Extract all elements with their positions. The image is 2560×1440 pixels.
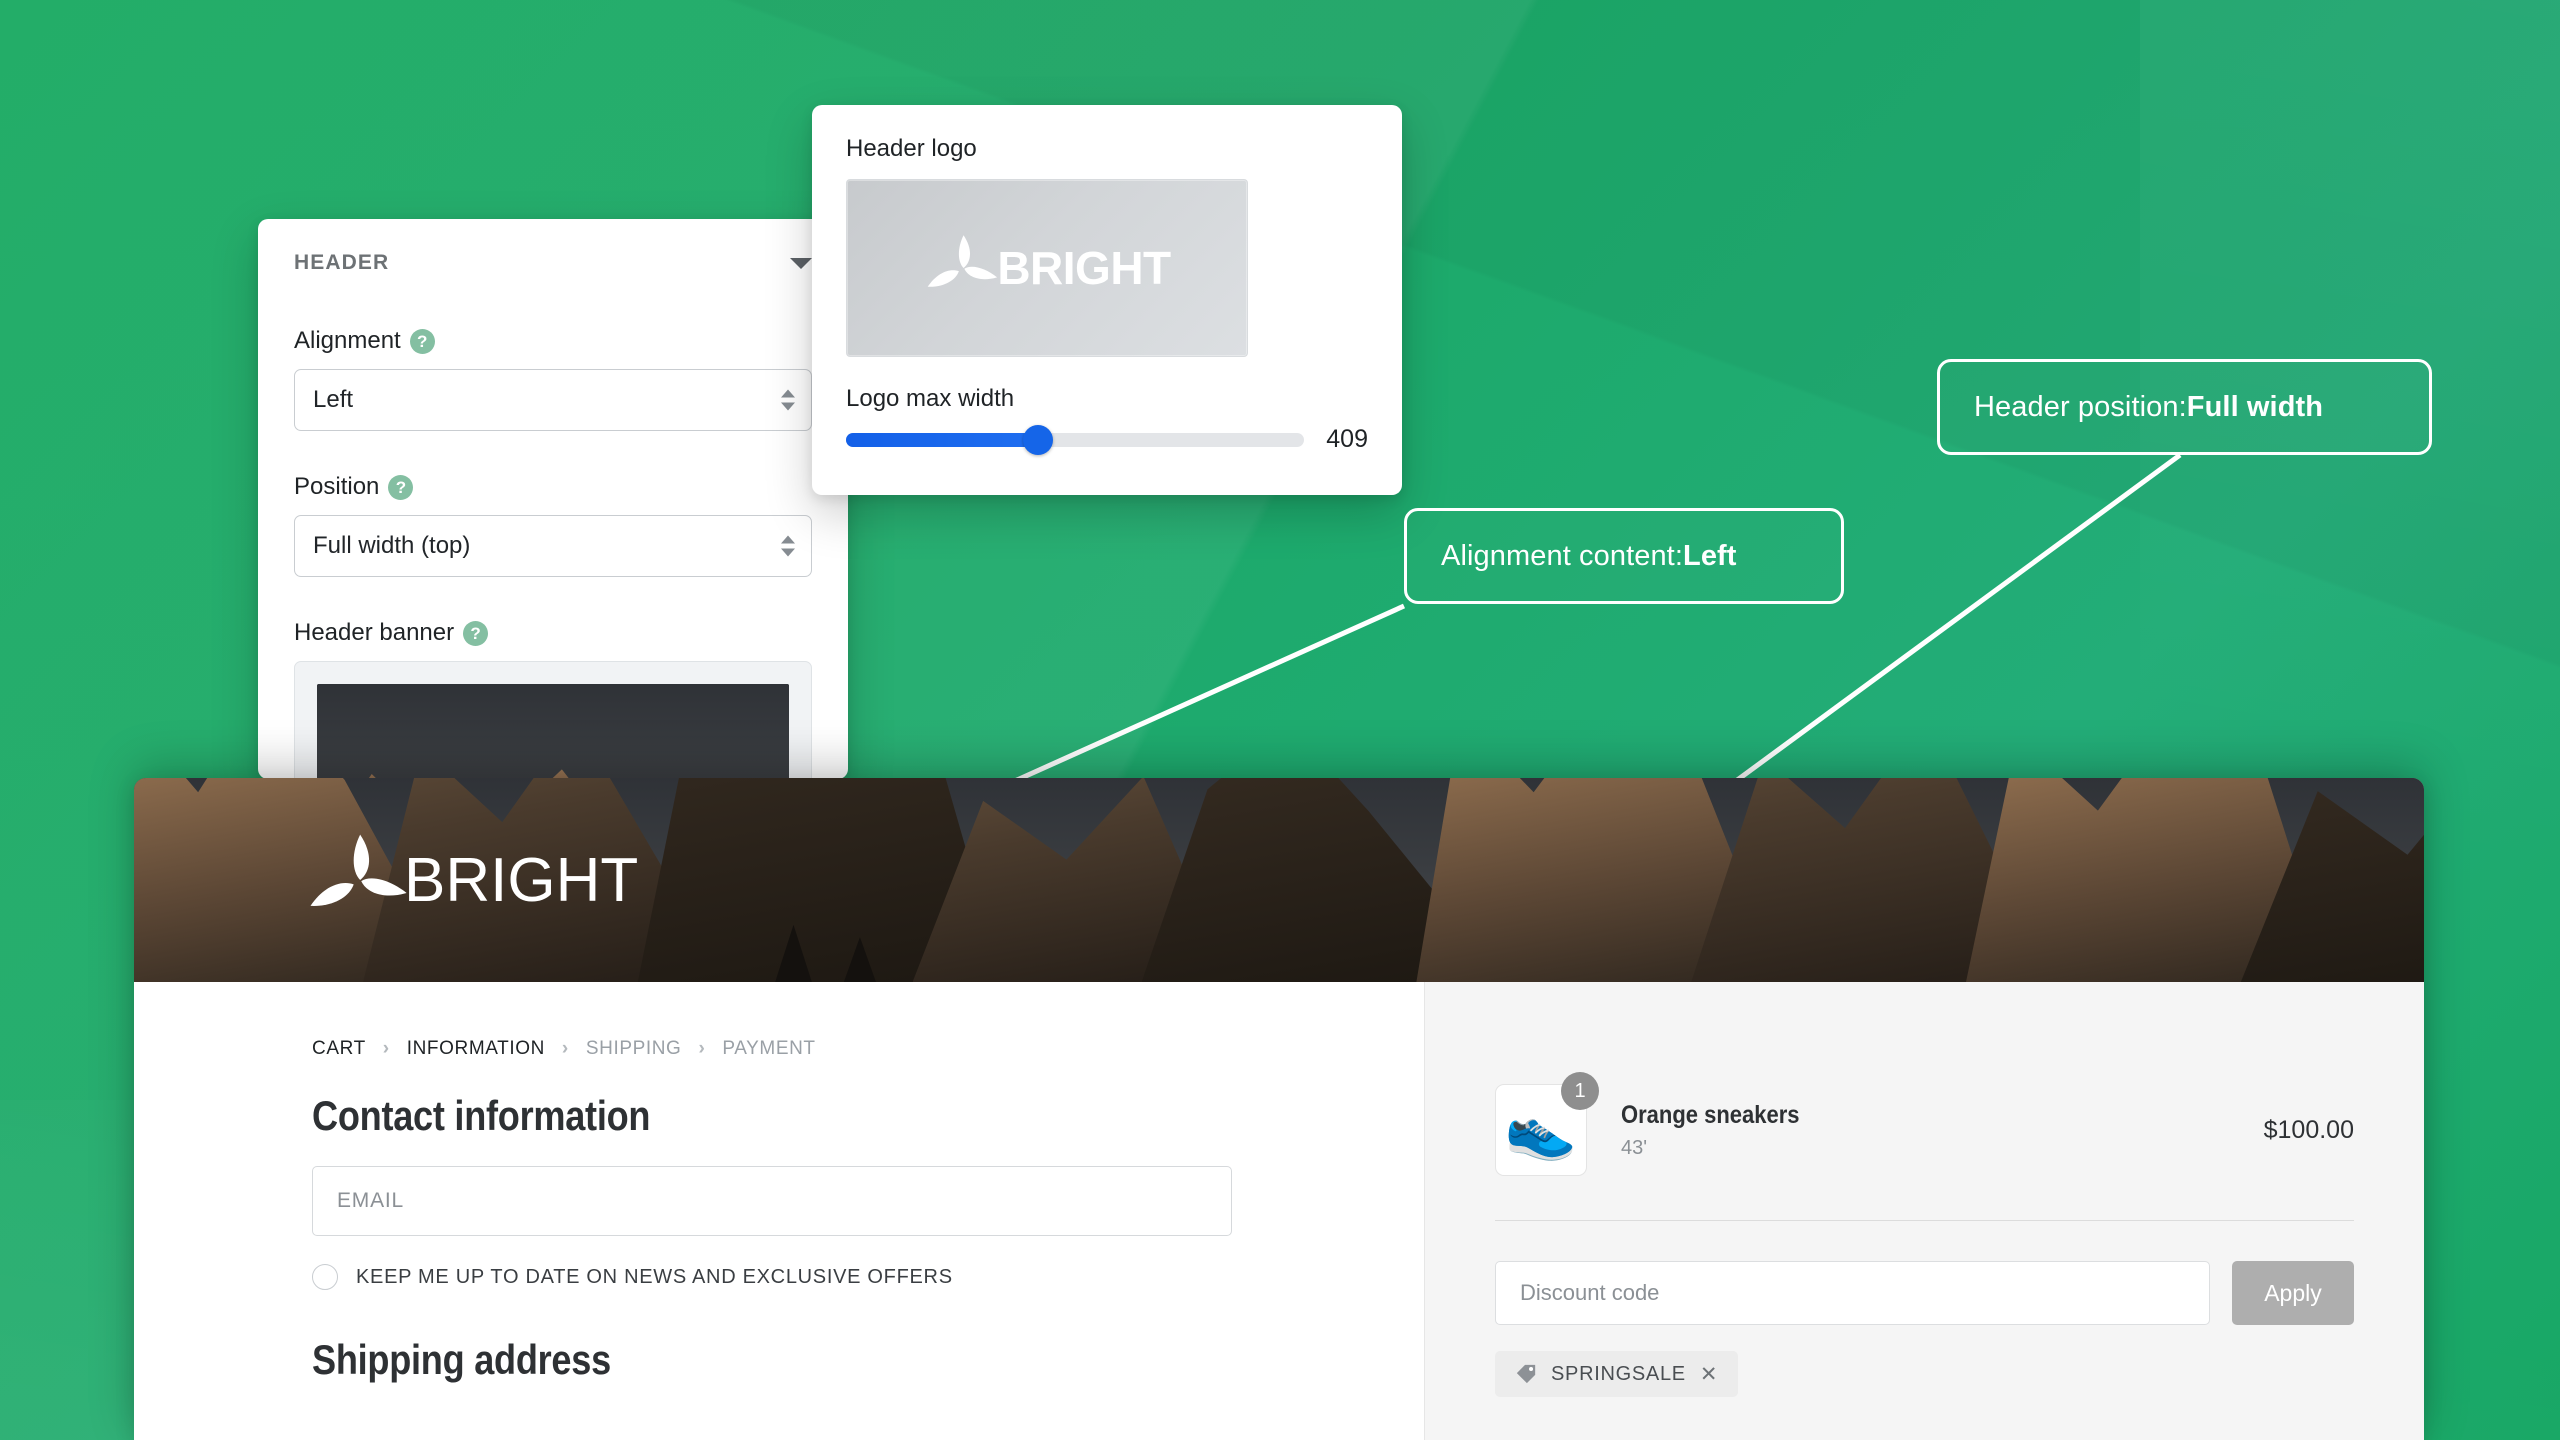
bright-wordmark: BRIGHT bbox=[997, 242, 1171, 294]
checkout-main-column: CART › INFORMATION › SHIPPING › PAYMENT … bbox=[134, 982, 1424, 1440]
checkout-body: CART › INFORMATION › SHIPPING › PAYMENT … bbox=[134, 982, 2424, 1440]
callout-alignment-content: Alignment content: Left bbox=[1404, 508, 1844, 604]
bright-leaf-mark-icon bbox=[310, 834, 407, 907]
slider-fill bbox=[846, 432, 1039, 447]
breadcrumb-item-payment[interactable]: PAYMENT bbox=[722, 1038, 815, 1060]
header-panel-body: Alignment ? Left Position ? Full width (… bbox=[258, 327, 848, 779]
callout-header-position: Header position: Full width bbox=[1937, 359, 2432, 455]
header-logo-preview[interactable]: BRIGHT bbox=[846, 179, 1248, 357]
breadcrumb: CART › INFORMATION › SHIPPING › PAYMENT bbox=[312, 1038, 1424, 1060]
email-placeholder: EMAIL bbox=[337, 1189, 405, 1212]
applied-discount-chip: SPRINGSALE ✕ bbox=[1495, 1351, 1739, 1397]
breadcrumb-separator-icon: › bbox=[561, 1038, 569, 1059]
help-icon[interactable]: ? bbox=[409, 328, 435, 354]
discount-placeholder: Discount code bbox=[1520, 1280, 1660, 1305]
select-stepper-icon[interactable] bbox=[781, 535, 795, 557]
logo-max-width-slider[interactable] bbox=[846, 424, 1305, 455]
product-name: Orange sneakers bbox=[1621, 1100, 1800, 1129]
bright-leaf-mark-icon bbox=[928, 235, 998, 287]
callout-position-prefix: Header position: bbox=[1974, 390, 2187, 423]
discount-code-input[interactable]: Discount code bbox=[1495, 1261, 2210, 1325]
header-settings-panel: HEADER Alignment ? Left Position ? Full … bbox=[258, 219, 848, 779]
callout-alignment-prefix: Alignment content: bbox=[1441, 539, 1683, 572]
order-line-item: 👟 1 Orange sneakers 43' $100.00 bbox=[1495, 1072, 2354, 1176]
header-banner-thumbnail bbox=[317, 684, 789, 779]
help-icon[interactable]: ? bbox=[463, 620, 489, 646]
checkout-preview: BRIGHT CART › INFORMATION › SHIPPING › P… bbox=[134, 778, 2424, 1440]
header-logo-label: Header logo bbox=[846, 135, 977, 162]
header-banner-label-text: Header banner bbox=[294, 619, 455, 646]
apply-discount-button[interactable]: Apply bbox=[2232, 1261, 2354, 1325]
header-panel-title: HEADER bbox=[294, 251, 390, 274]
alignment-label-text: Alignment bbox=[294, 327, 401, 354]
header-panel-header[interactable]: HEADER bbox=[258, 219, 848, 285]
header-banner-field-label: Header banner ? bbox=[294, 619, 812, 647]
breadcrumb-item-shipping[interactable]: SHIPPING bbox=[586, 1038, 682, 1060]
header-banner-upload-area[interactable] bbox=[294, 661, 812, 779]
position-select-value: Full width (top) bbox=[313, 532, 471, 559]
select-stepper-icon[interactable] bbox=[781, 389, 795, 411]
product-thumbnail-wrap: 👟 1 bbox=[1495, 1072, 1599, 1176]
help-icon[interactable]: ? bbox=[388, 474, 414, 500]
alignment-select[interactable]: Left bbox=[294, 369, 812, 431]
contact-information-heading: Contact information bbox=[312, 1092, 651, 1139]
position-field-label: Position ? bbox=[294, 473, 812, 501]
breadcrumb-separator-icon: › bbox=[382, 1038, 390, 1059]
product-variant: 43' bbox=[1621, 1136, 1648, 1159]
position-select[interactable]: Full width (top) bbox=[294, 515, 812, 577]
logo-max-width-value: 409 bbox=[1326, 425, 1368, 453]
product-price: $100.00 bbox=[2263, 1115, 2354, 1144]
tag-icon bbox=[1516, 1364, 1536, 1384]
callout-position-value: Full width bbox=[2186, 390, 2324, 423]
bright-logo: BRIGHT bbox=[304, 826, 638, 934]
breadcrumb-separator-icon: › bbox=[698, 1038, 706, 1059]
newsletter-checkbox[interactable] bbox=[312, 1264, 338, 1290]
bright-wordmark: BRIGHT bbox=[404, 845, 639, 915]
mountain-landscape-image bbox=[317, 684, 789, 779]
order-summary-panel: 👟 1 Orange sneakers 43' $100.00 Discount… bbox=[1424, 982, 2424, 1440]
header-logo-panel: Header logo BRIGHT Logo max width 409 bbox=[812, 105, 1402, 495]
breadcrumb-item-cart[interactable]: CART bbox=[312, 1038, 366, 1060]
quantity-badge: 1 bbox=[1561, 1072, 1599, 1110]
remove-discount-icon[interactable]: ✕ bbox=[1700, 1362, 1718, 1387]
position-label-text: Position bbox=[294, 473, 380, 500]
logo-max-width-row: 409 bbox=[846, 424, 1368, 455]
alignment-select-value: Left bbox=[313, 386, 354, 413]
callout-alignment-value: Left bbox=[1683, 539, 1737, 572]
orange-sneaker-icon: 👟 bbox=[1504, 1097, 1578, 1162]
logo-max-width-label: Logo max width bbox=[846, 385, 1015, 412]
shipping-address-heading: Shipping address bbox=[312, 1336, 611, 1383]
slider-knob[interactable] bbox=[1023, 424, 1054, 455]
breadcrumb-item-information[interactable]: INFORMATION bbox=[407, 1038, 545, 1060]
applied-discount-code: SPRINGSALE bbox=[1551, 1362, 1686, 1385]
product-meta: Orange sneakers 43' bbox=[1621, 1101, 1824, 1160]
newsletter-label: KEEP ME UP TO DATE ON NEWS AND EXCLUSIVE… bbox=[356, 1265, 953, 1288]
newsletter-opt-in-row[interactable]: KEEP ME UP TO DATE ON NEWS AND EXCLUSIVE… bbox=[312, 1264, 1424, 1290]
caret-down-icon[interactable] bbox=[790, 257, 812, 269]
discount-row: Discount code Apply bbox=[1495, 1261, 2354, 1325]
summary-divider bbox=[1495, 1220, 2354, 1221]
alignment-field-label: Alignment ? bbox=[294, 327, 812, 355]
bright-logo: BRIGHT bbox=[923, 229, 1171, 307]
checkout-header-banner: BRIGHT bbox=[134, 778, 2424, 982]
email-field[interactable]: EMAIL bbox=[312, 1166, 1232, 1236]
